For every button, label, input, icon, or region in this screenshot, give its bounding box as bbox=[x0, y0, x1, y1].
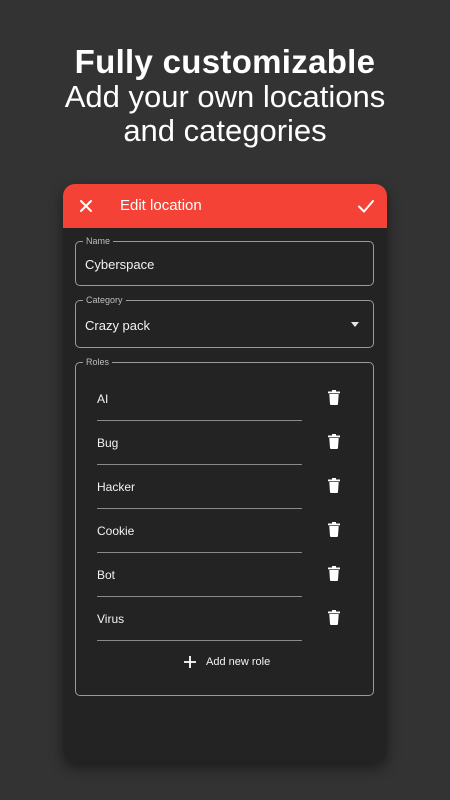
role-input[interactable]: Bug bbox=[97, 421, 302, 465]
role-item: Cookie bbox=[97, 509, 340, 553]
app-bar: Edit location bbox=[63, 184, 387, 228]
promo-subtitle-line-2: and categories bbox=[123, 113, 327, 148]
name-field[interactable]: Name Cyberspace bbox=[75, 236, 374, 286]
add-role-button[interactable]: Add new role bbox=[184, 653, 270, 671]
role-input-value: Bug bbox=[97, 436, 119, 450]
role-input-value: Hacker bbox=[97, 480, 136, 494]
name-field-value: Cyberspace bbox=[85, 257, 155, 272]
role-item: AI bbox=[97, 377, 340, 421]
role-input[interactable]: Virus bbox=[97, 597, 302, 641]
role-input[interactable]: AI bbox=[97, 377, 302, 421]
plus-icon bbox=[184, 656, 196, 668]
promo-title: Fully customizable bbox=[74, 43, 376, 80]
phone-screen: Edit location Name Cyberspace Category C… bbox=[63, 184, 387, 762]
role-input[interactable]: Bot bbox=[97, 553, 302, 597]
dropdown-arrow-icon bbox=[351, 322, 359, 327]
category-dropdown[interactable]: Category Crazy pack bbox=[75, 295, 374, 348]
category-field-label: Category bbox=[83, 295, 126, 306]
role-item: Bug bbox=[97, 421, 340, 465]
delete-role-icon[interactable] bbox=[328, 390, 340, 405]
name-field-label: Name bbox=[83, 236, 114, 247]
role-item: Virus bbox=[97, 597, 340, 641]
role-input[interactable]: Cookie bbox=[97, 509, 302, 553]
delete-role-icon[interactable] bbox=[328, 478, 340, 493]
category-selected-value: Crazy pack bbox=[85, 318, 151, 333]
close-icon[interactable] bbox=[76, 196, 96, 216]
role-input-value: AI bbox=[97, 392, 109, 406]
add-role-label: Add new role bbox=[206, 656, 271, 668]
delete-role-icon[interactable] bbox=[328, 566, 340, 581]
role-input-value: Bot bbox=[97, 568, 116, 582]
delete-role-icon[interactable] bbox=[328, 522, 340, 537]
delete-role-icon[interactable] bbox=[328, 434, 340, 449]
app-bar-title: Edit location bbox=[120, 197, 202, 214]
check-icon[interactable] bbox=[356, 196, 376, 216]
role-input-value: Virus bbox=[97, 612, 125, 626]
roles-section-label: Roles bbox=[83, 357, 113, 368]
role-input-value: Cookie bbox=[97, 524, 135, 538]
promo-subtitle-line-1: Add your own locations bbox=[64, 79, 386, 114]
delete-role-icon[interactable] bbox=[328, 610, 340, 625]
role-item: Bot bbox=[97, 553, 340, 597]
role-item: Hacker bbox=[97, 465, 340, 509]
promo-headline: Fully customizable Add your own location… bbox=[0, 44, 450, 148]
roles-section: Roles AI Bug Hacker Cookie Bot Virus Add… bbox=[75, 357, 374, 696]
role-input[interactable]: Hacker bbox=[97, 465, 302, 509]
